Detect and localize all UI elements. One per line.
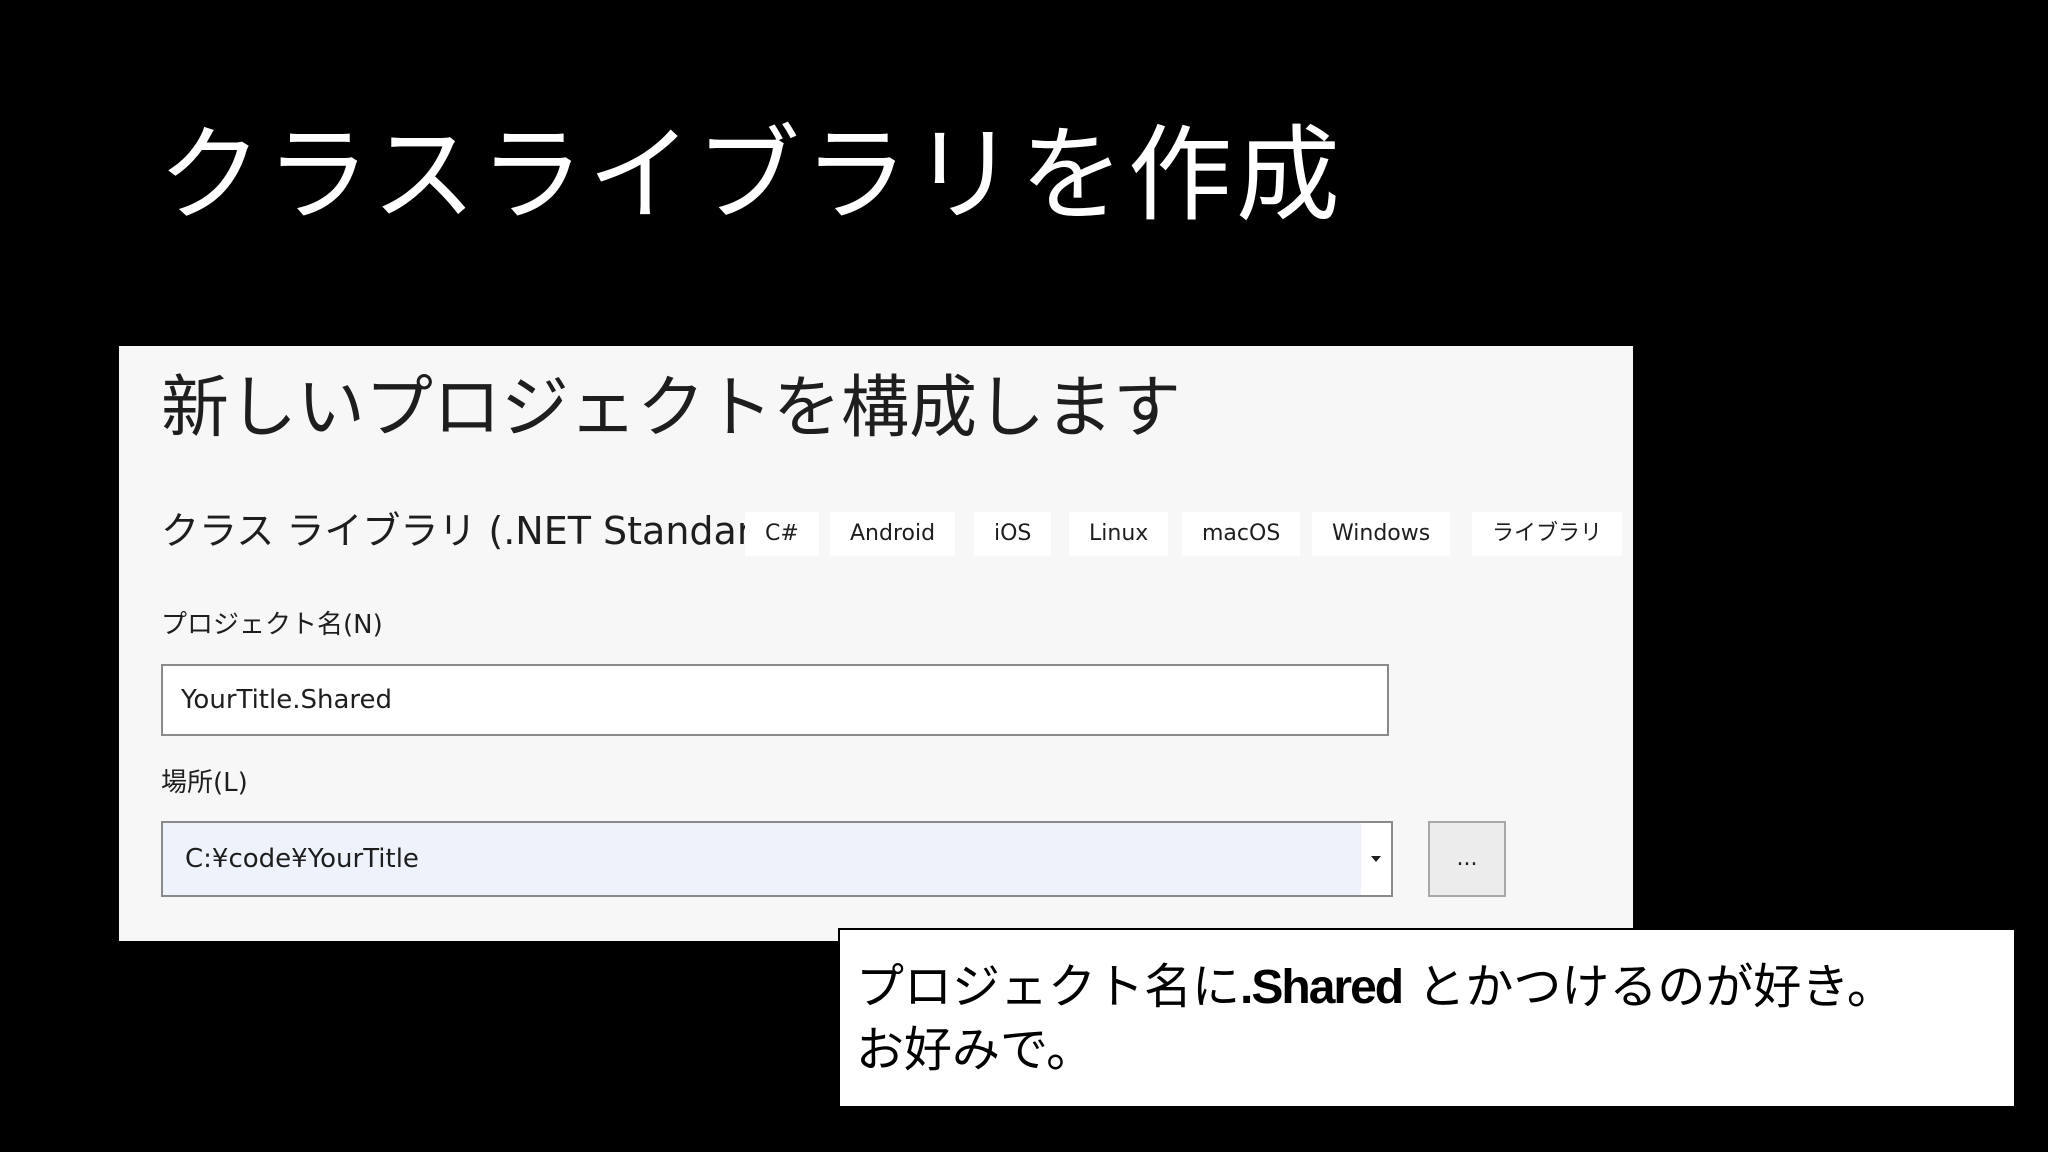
tag-macos: macOS [1182, 512, 1301, 556]
location-label: 場所(L) [161, 768, 248, 798]
template-name: クラス ライブラリ (.NET Standard) [161, 509, 791, 553]
slide-title: クラスライブラリを作成 [158, 114, 1344, 236]
tag-library: ライブラリ [1472, 512, 1623, 556]
callout-note: プロジェクト名に.Shared とかつけるのが好き。 お好みで。 [838, 928, 2016, 1108]
location-value: C:¥code¥YourTitle [185, 844, 419, 874]
callout-emphasis: .Shared [1240, 961, 1404, 1014]
tag-android: Android [830, 512, 956, 556]
callout-line-1-suffix: とかつけるのが好き。 [1402, 959, 1895, 1015]
chevron-down-icon [1371, 856, 1381, 862]
callout-line-1-prefix: プロジェクト名に [856, 959, 1241, 1015]
tag-windows: Windows [1312, 512, 1451, 556]
callout-line-2: お好みで。 [856, 1022, 1095, 1078]
project-name-input[interactable]: YourTitle.Shared [161, 664, 1389, 736]
tag-ios: iOS [974, 512, 1052, 556]
browse-button[interactable]: ... [1428, 821, 1506, 897]
callout-line-1: プロジェクト名に.Shared とかつけるのが好き。 [856, 956, 1998, 1019]
tag-csharp: C# [745, 512, 819, 556]
location-combobox[interactable]: C:¥code¥YourTitle [161, 821, 1393, 897]
location-dropdown-button[interactable] [1361, 823, 1391, 895]
project-name-label: プロジェクト名(N) [161, 610, 383, 640]
dialog-heading: 新しいプロジェクトを構成します [161, 369, 1182, 448]
slide: クラスライブラリを作成 新しいプロジェクトを構成します クラス ライブラリ (.… [0, 0, 2048, 1152]
configure-project-dialog: 新しいプロジェクトを構成します クラス ライブラリ (.NET Standard… [119, 346, 1633, 941]
tag-linux: Linux [1069, 512, 1169, 556]
